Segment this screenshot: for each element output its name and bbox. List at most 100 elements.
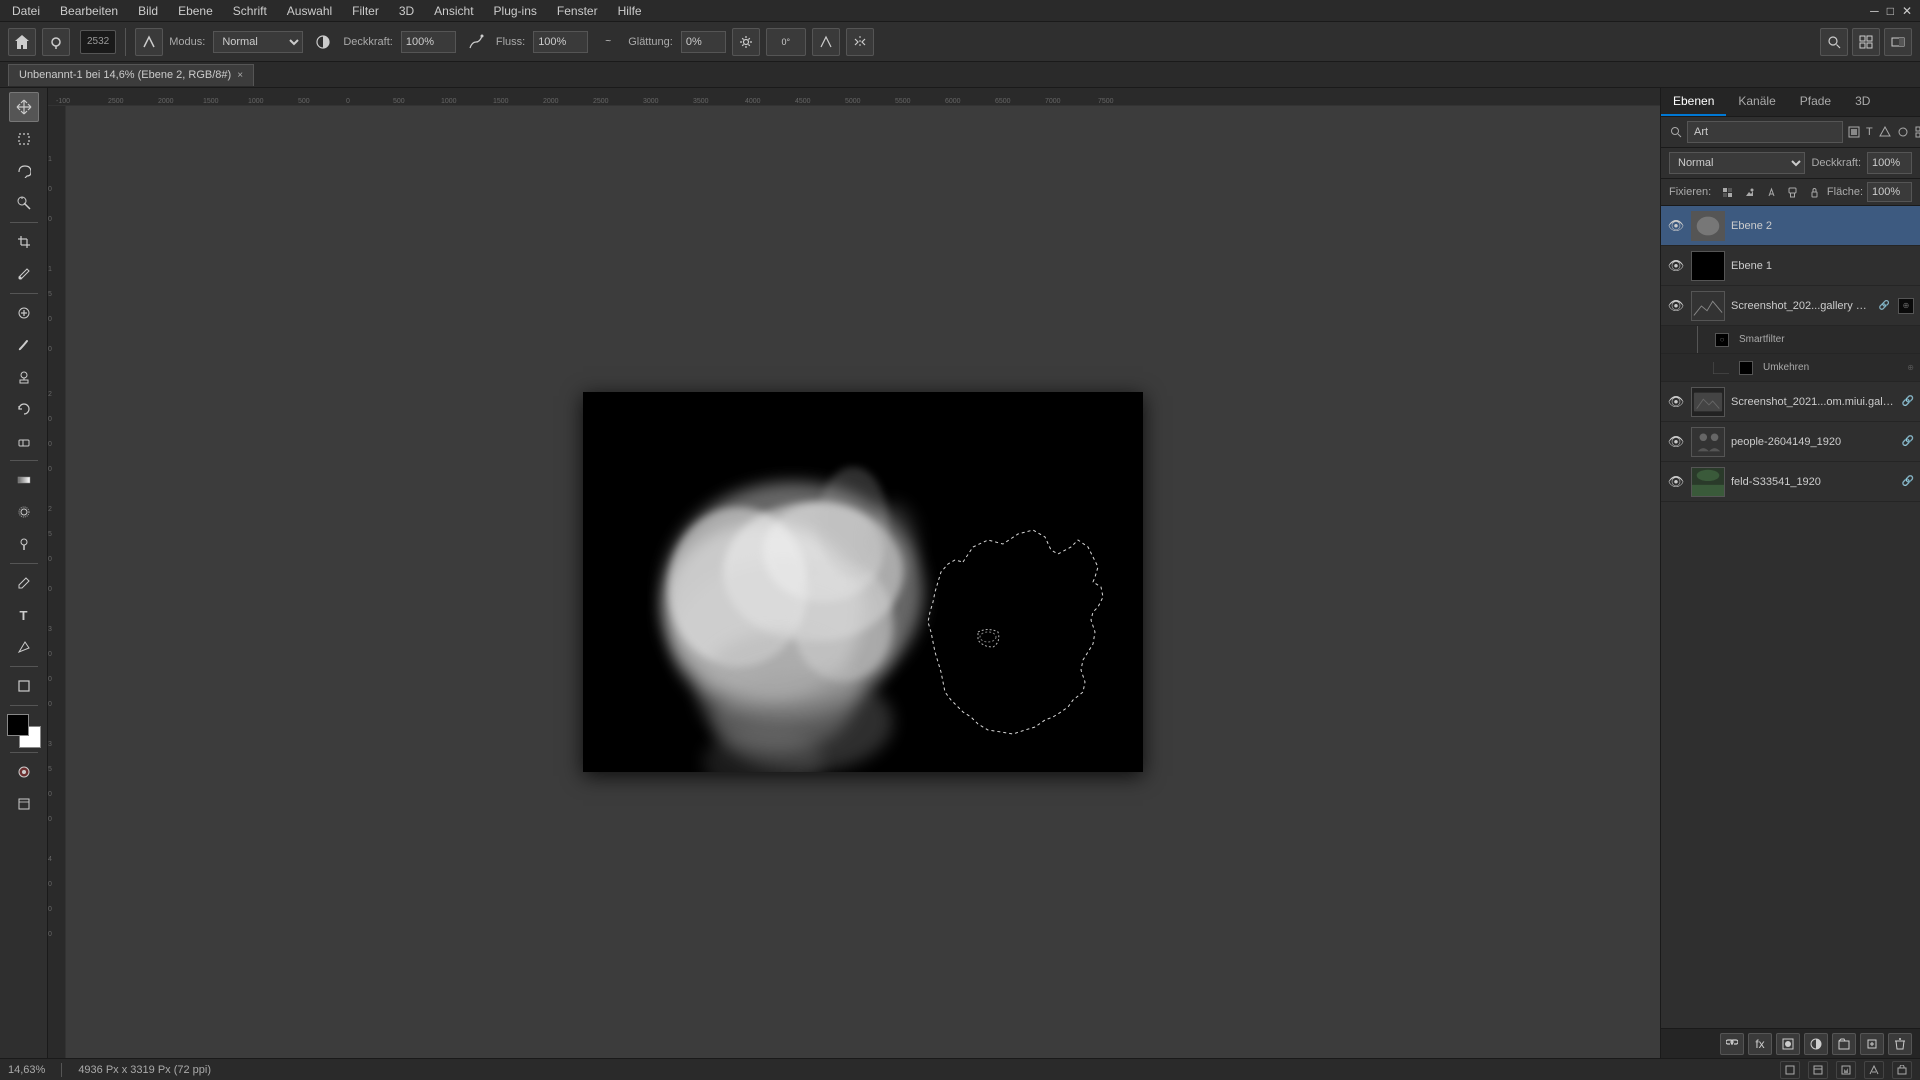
angle-icon[interactable]: 0° xyxy=(766,28,806,56)
smartfilter-row[interactable]: ○ Smartfilter xyxy=(1661,326,1920,354)
lasso-tool[interactable] xyxy=(9,156,39,186)
umkehren-row[interactable]: Umkehren ⊕ xyxy=(1661,354,1920,382)
home-button[interactable] xyxy=(8,28,36,56)
layer-icon-2[interactable]: T xyxy=(1865,121,1874,143)
lock-image-button[interactable] xyxy=(1741,182,1759,202)
menu-plugins[interactable]: Plug-ins xyxy=(490,2,541,20)
screen-mode-tool[interactable] xyxy=(9,789,39,819)
layers-search-input[interactable] xyxy=(1687,121,1843,143)
add-adjustment-button[interactable] xyxy=(1804,1033,1828,1055)
opacity-input[interactable]: 100% xyxy=(1867,152,1912,174)
heal-tool[interactable] xyxy=(9,298,39,328)
menu-bearbeiten[interactable]: Bearbeiten xyxy=(56,2,122,20)
layer-people[interactable]: 👁 people-2604149_1920 🔗 xyxy=(1661,422,1920,462)
layer-vis-people[interactable]: 👁 xyxy=(1667,433,1685,451)
modus-select[interactable]: Normal xyxy=(213,31,303,53)
add-style-button[interactable]: fx xyxy=(1748,1033,1772,1055)
layer-feld[interactable]: 👁 feld-S33541_1920 🔗 xyxy=(1661,462,1920,502)
lock-transparent-button[interactable] xyxy=(1719,182,1737,202)
brush-mode-button[interactable] xyxy=(135,28,163,56)
lock-artboard-button[interactable] xyxy=(1784,182,1802,202)
menu-bild[interactable]: Bild xyxy=(134,2,162,20)
status-icon-5[interactable] xyxy=(1892,1061,1912,1079)
fill-input[interactable]: 100% xyxy=(1867,182,1912,202)
menu-schrift[interactable]: Schrift xyxy=(229,2,271,20)
crop-tool[interactable] xyxy=(9,227,39,257)
layout-icon[interactable] xyxy=(1852,28,1880,56)
brush-tool[interactable] xyxy=(9,330,39,360)
panel-toggle-icon[interactable] xyxy=(1884,28,1912,56)
menu-auswahl[interactable]: Auswahl xyxy=(283,2,336,20)
layer-icon-3[interactable] xyxy=(1878,121,1892,143)
layer-mode-select[interactable]: Normal xyxy=(1669,152,1805,174)
document-tab[interactable]: Unbenannt-1 bei 14,6% (Ebene 2, RGB/8#) … xyxy=(8,64,254,86)
pen-tool[interactable] xyxy=(9,568,39,598)
tab-close-button[interactable]: × xyxy=(237,70,243,81)
glattung-input[interactable]: 0% xyxy=(681,31,726,53)
stamp-tool[interactable] xyxy=(9,362,39,392)
shape-tool[interactable] xyxy=(9,671,39,701)
move-tool[interactable] xyxy=(9,92,39,122)
text-tool[interactable]: T xyxy=(9,600,39,630)
close-button[interactable]: ✕ xyxy=(1902,4,1912,18)
lock-all-button[interactable] xyxy=(1805,182,1823,202)
fluss-input[interactable]: 100% xyxy=(533,31,588,53)
symmetry-icon[interactable] xyxy=(846,28,874,56)
select-tool[interactable] xyxy=(9,124,39,154)
status-icon-4[interactable] xyxy=(1864,1061,1884,1079)
pressure-icon[interactable] xyxy=(812,28,840,56)
menu-datei[interactable]: Datei xyxy=(8,2,44,20)
eraser-tool[interactable] xyxy=(9,426,39,456)
layer-icon-1[interactable] xyxy=(1847,121,1861,143)
menu-ansicht[interactable]: Ansicht xyxy=(430,2,477,20)
color-swatches[interactable] xyxy=(7,714,41,748)
status-icon-3[interactable] xyxy=(1836,1061,1856,1079)
layer-vis-feld[interactable]: 👁 xyxy=(1667,473,1685,491)
quick-mask-tool[interactable] xyxy=(9,757,39,787)
add-layer-button[interactable] xyxy=(1860,1033,1884,1055)
search-icon[interactable] xyxy=(1820,28,1848,56)
menu-fenster[interactable]: Fenster xyxy=(553,2,602,20)
menu-ebene[interactable]: Ebene xyxy=(174,2,217,20)
layer-icon-4[interactable] xyxy=(1896,121,1910,143)
history-brush-tool[interactable] xyxy=(9,394,39,424)
layer-screenshot2021[interactable]: 👁 Screenshot_2021...om.miui.gallery 🔗 xyxy=(1661,382,1920,422)
dodge-tool[interactable] xyxy=(9,529,39,559)
settings-icon[interactable] xyxy=(732,28,760,56)
layer-vis-ebene2[interactable]: 👁 xyxy=(1667,217,1685,235)
minimize-button[interactable]: ─ xyxy=(1870,4,1879,18)
layer-screenshot-gallery[interactable]: 👁 Screenshot_202...gallery Kopie 🔗 ⊕ xyxy=(1661,286,1920,326)
gradient-tool[interactable] xyxy=(9,465,39,495)
blur-tool[interactable] xyxy=(9,497,39,527)
brush-tool-button[interactable] xyxy=(42,28,70,56)
link-layers-button[interactable] xyxy=(1720,1033,1744,1055)
tab-3d[interactable]: 3D xyxy=(1843,88,1882,116)
deckkraft-input[interactable]: 100% xyxy=(401,31,456,53)
maximize-button[interactable]: □ xyxy=(1887,4,1894,18)
menu-filter[interactable]: Filter xyxy=(348,2,383,20)
tab-kanale[interactable]: Kanäle xyxy=(1726,88,1787,116)
layer-ebene2[interactable]: 👁 Ebene 2 xyxy=(1661,206,1920,246)
layer-ebene1[interactable]: 👁 Ebene 1 xyxy=(1661,246,1920,286)
tab-ebenen[interactable]: Ebenen xyxy=(1661,88,1726,116)
foreground-color-swatch[interactable] xyxy=(7,714,29,736)
path-select-tool[interactable] xyxy=(9,632,39,662)
delete-layer-button[interactable] xyxy=(1888,1033,1912,1055)
menu-3d[interactable]: 3D xyxy=(395,2,418,20)
canvas-container[interactable] xyxy=(66,106,1660,1058)
add-group-button[interactable] xyxy=(1832,1033,1856,1055)
layer-vis-screenshot2021[interactable]: 👁 xyxy=(1667,393,1685,411)
layer-vis-ebene1[interactable]: 👁 xyxy=(1667,257,1685,275)
magic-wand-tool[interactable] xyxy=(9,188,39,218)
menu-hilfe[interactable]: Hilfe xyxy=(614,2,646,20)
status-icon-2[interactable] xyxy=(1808,1061,1828,1079)
lock-position-button[interactable] xyxy=(1762,182,1780,202)
layer-icon-5[interactable] xyxy=(1914,121,1920,143)
layer-vis-screenshot[interactable]: 👁 xyxy=(1667,297,1685,315)
status-icon-1[interactable] xyxy=(1780,1061,1800,1079)
tab-pfade[interactable]: Pfade xyxy=(1788,88,1843,116)
deckkraft-icon xyxy=(309,28,337,56)
eyedropper-tool[interactable] xyxy=(9,259,39,289)
add-mask-button[interactable] xyxy=(1776,1033,1800,1055)
smartfilter-vis[interactable]: ○ xyxy=(1715,333,1729,347)
